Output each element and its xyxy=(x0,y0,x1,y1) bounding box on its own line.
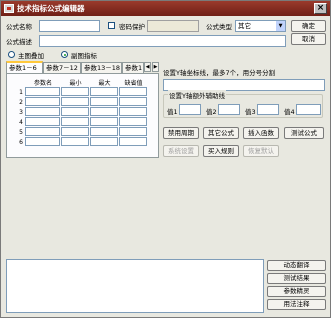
formula-description-input[interactable] xyxy=(39,35,286,47)
row-number: 4 xyxy=(19,118,23,126)
param-name-cell[interactable] xyxy=(25,87,60,96)
grid-corner xyxy=(11,77,25,87)
param-name-cell[interactable] xyxy=(25,107,60,116)
value4-input[interactable] xyxy=(296,104,321,115)
test-results-button[interactable]: 测试结果 xyxy=(267,273,326,284)
cancel-button[interactable]: 取消 xyxy=(291,33,326,45)
password-label: 密码保护 xyxy=(119,23,145,31)
header-default: 缺省值 xyxy=(124,79,143,87)
row-number: 3 xyxy=(19,108,23,116)
sub-chart-indicator-label: 副图指标 xyxy=(71,52,97,60)
param-default-cell[interactable] xyxy=(119,117,147,126)
sub-chart-indicator-radio[interactable] xyxy=(61,51,68,58)
formula-type-value: 其它 xyxy=(238,22,251,30)
param-max-cell[interactable] xyxy=(90,127,118,136)
param-min-cell[interactable] xyxy=(61,127,89,136)
tab-params-1-6[interactable]: 参数1－6 xyxy=(6,61,43,73)
close-icon[interactable]: × xyxy=(314,3,327,14)
param-default-cell[interactable] xyxy=(119,107,147,116)
app-icon xyxy=(4,4,14,13)
aux-lines-legend: 设置Y轴额外辅助线 xyxy=(168,90,226,100)
param-default-cell[interactable] xyxy=(119,87,147,96)
value4-label: 值4 xyxy=(284,108,295,116)
window-title: 技术指标公式编辑器 xyxy=(17,4,85,13)
overlay-main-chart-radio[interactable] xyxy=(8,51,15,58)
value2-label: 值2 xyxy=(206,108,217,116)
param-max-cell[interactable] xyxy=(90,137,118,146)
header-param-name: 参数名 xyxy=(33,79,52,87)
param-max-cell[interactable] xyxy=(90,117,118,126)
param-max-cell[interactable] xyxy=(90,97,118,106)
y-axis-lines-hint: 设置Y轴坐标线，最多7个，用分号分割 xyxy=(163,69,276,77)
formula-type-select[interactable]: 其它 ▼ xyxy=(235,20,286,32)
param-name-cell[interactable] xyxy=(25,97,60,106)
value3-input[interactable] xyxy=(257,104,279,115)
name-label: 公式名称 xyxy=(6,23,32,31)
param-row: 3 xyxy=(11,107,148,117)
param-min-cell[interactable] xyxy=(61,97,89,106)
param-default-cell[interactable] xyxy=(119,127,147,136)
value2-input[interactable] xyxy=(218,104,240,115)
usage-notes-button[interactable]: 用法注释 xyxy=(267,299,326,310)
param-row: 5 xyxy=(11,127,148,137)
header-max: 最大 xyxy=(98,79,111,87)
buy-rules-button[interactable]: 买入规则 xyxy=(203,145,239,157)
param-min-cell[interactable] xyxy=(61,117,89,126)
param-default-cell[interactable] xyxy=(119,97,147,106)
value1-input[interactable] xyxy=(179,104,201,115)
ok-button[interactable]: 确定 xyxy=(291,20,326,32)
param-grid-panel: 参数名 最小 最大 缺省值 1 2 3 4 5 6 xyxy=(6,73,159,158)
header-min: 最小 xyxy=(69,79,82,87)
aux-lines-group: 设置Y轴额外辅助线 值1 值2 值3 值4 xyxy=(163,90,323,118)
chevron-down-icon[interactable]: ▼ xyxy=(276,21,285,31)
param-row: 1 xyxy=(11,87,148,97)
dynamic-translate-button[interactable]: 动态翻译 xyxy=(267,260,326,271)
insert-function-button[interactable]: 插入函数 xyxy=(243,127,279,139)
tab-prev-icon[interactable]: ◀ xyxy=(144,62,151,72)
param-row: 2 xyxy=(11,97,148,107)
param-grid: 参数名 最小 最大 缺省值 1 2 3 4 5 6 xyxy=(11,77,148,147)
param-row: 4 xyxy=(11,117,148,127)
param-name-cell[interactable] xyxy=(25,117,60,126)
formula-name-input[interactable] xyxy=(39,20,100,32)
description-label: 公式描述 xyxy=(6,38,32,46)
test-formula-button[interactable]: 测试公式 xyxy=(284,127,324,139)
param-min-cell[interactable] xyxy=(61,87,89,96)
value1-label: 值1 xyxy=(167,108,178,116)
param-min-cell[interactable] xyxy=(61,107,89,116)
other-formula-button[interactable]: 其它公式 xyxy=(203,127,239,139)
row-number: 5 xyxy=(19,128,23,136)
tab-next-icon[interactable]: ▶ xyxy=(152,62,159,72)
param-name-cell[interactable] xyxy=(25,127,60,136)
type-label: 公式类型 xyxy=(206,23,232,31)
row-number: 1 xyxy=(19,88,23,96)
param-max-cell[interactable] xyxy=(90,107,118,116)
param-row: 6 xyxy=(11,137,148,147)
formula-editor-window: 技术指标公式编辑器 × 公式名称 密码保护 公式类型 其它 ▼ 确定 公式描述 … xyxy=(0,0,331,318)
overlay-main-chart-label: 主图叠加 xyxy=(18,52,44,60)
password-checkbox[interactable] xyxy=(108,22,115,29)
value3-label: 值3 xyxy=(245,108,256,116)
param-max-cell[interactable] xyxy=(90,87,118,96)
param-name-cell[interactable] xyxy=(25,137,60,146)
password-input xyxy=(147,20,199,32)
row-number: 2 xyxy=(19,98,23,106)
system-settings-button[interactable]: 系统设置 xyxy=(163,145,199,157)
tab-params-13-18[interactable]: 参数13－18 xyxy=(81,62,122,73)
row-number: 6 xyxy=(19,138,23,146)
annotation-text-area[interactable] xyxy=(6,259,264,313)
title-bar: 技术指标公式编辑器 × xyxy=(1,1,330,16)
param-tabs: 参数1－6 参数7－12 参数13－18 参数1 ◀ ▶ xyxy=(6,61,161,73)
disable-period-button[interactable]: 禁用周期 xyxy=(163,127,199,139)
param-default-cell[interactable] xyxy=(119,137,147,146)
param-wizard-button[interactable]: 参数精灵 xyxy=(267,286,326,297)
restore-default-button[interactable]: 恢复默认 xyxy=(243,145,279,157)
tab-params-more[interactable]: 参数1 xyxy=(122,62,144,73)
tab-params-7-12[interactable]: 参数7－12 xyxy=(43,62,81,73)
param-min-cell[interactable] xyxy=(61,137,89,146)
